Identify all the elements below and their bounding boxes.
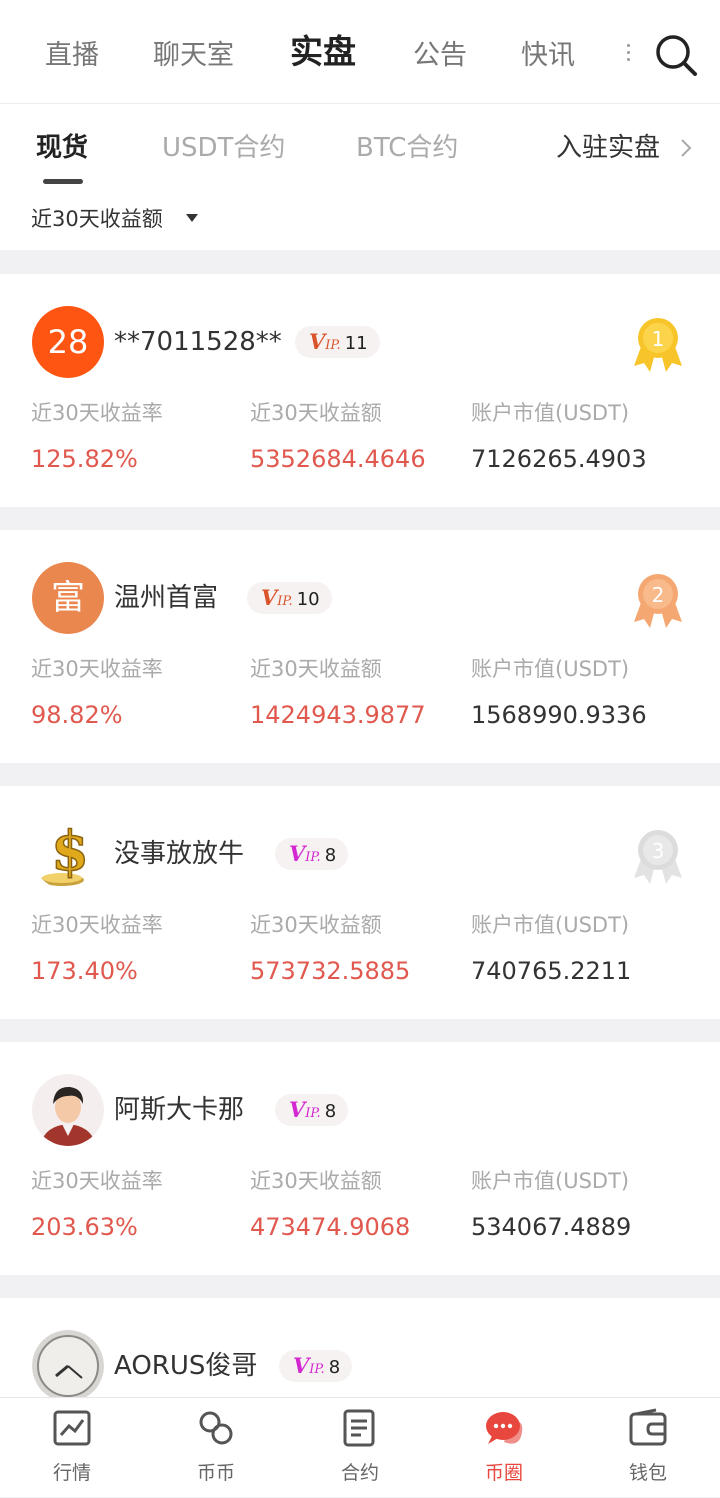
label-rate: 近30天收益率 <box>31 1169 163 1193</box>
label-amount: 近30天收益额 <box>250 1169 382 1193</box>
search-icon[interactable] <box>654 33 698 77</box>
label-amount: 近30天收益额 <box>250 657 382 681</box>
exchange-icon <box>199 1411 233 1445</box>
sub-nav: 现货 USDT合约 BTC合约 入驻实盘 近30天收益额 <box>0 104 720 250</box>
value-rate: 125.82% <box>31 445 138 473</box>
trader-name: **7011528** <box>114 327 282 357</box>
avatar <box>32 1330 104 1397</box>
tab-real-trading[interactable]: 实盘 <box>290 34 356 70</box>
value-amount: 1424943.9877 <box>250 701 426 729</box>
dollar-coin-icon: $ <box>40 818 90 886</box>
label-amount: 近30天收益额 <box>250 913 382 937</box>
vip-badge: VIP. 8 <box>275 1094 349 1126</box>
svg-text:2: 2 <box>652 583 665 607</box>
avatar: $ <box>32 818 104 890</box>
medal-icon: 2 <box>634 574 682 628</box>
trader-name: 没事放放牛 <box>114 839 245 869</box>
medal-icon: 3 <box>634 830 682 884</box>
trader-card[interactable]: AORUS俊哥 VIP. 8 <box>0 1298 720 1397</box>
bottom-tab-market[interactable]: 行情 <box>22 1398 122 1498</box>
tab-announcement[interactable]: 公告 <box>413 38 467 74</box>
avatar: 28 <box>32 306 104 378</box>
more-tabs-icon[interactable] <box>627 40 631 70</box>
value-amount: 573732.5885 <box>250 957 411 985</box>
contract-icon <box>343 1409 375 1447</box>
active-tab-indicator <box>43 179 83 184</box>
caret-down-icon[interactable] <box>186 214 198 222</box>
svg-text:3: 3 <box>652 839 665 863</box>
tab-chatroom[interactable]: 聊天室 <box>153 38 234 74</box>
trader-name: AORUS俊哥 <box>114 1351 258 1381</box>
chat-icon <box>486 1412 523 1444</box>
value-amount: 473474.9068 <box>250 1213 411 1241</box>
bottom-tab-contract[interactable]: 合约 <box>310 1398 410 1498</box>
trader-card[interactable]: 富 温州首富 VIP. 10 2 近30天收益率 近30天收益额 账户市值(USD… <box>0 530 720 763</box>
tab-live[interactable]: 直播 <box>45 38 99 74</box>
value-amount: 5352684.4646 <box>250 445 426 473</box>
trader-name: 阿斯大卡那 <box>114 1095 245 1125</box>
join-real-trading-link[interactable]: 入驻实盘 <box>556 130 660 166</box>
bottom-nav: 行情 币币 合约 币圈 钱包 <box>0 1397 720 1497</box>
label-market: 账户市值(USDT) <box>471 401 630 425</box>
avatar <box>32 1074 104 1146</box>
avatar: 富 <box>32 562 104 634</box>
vip-badge: VIP. 10 <box>247 582 332 614</box>
subtab-usdt-contract[interactable]: USDT合约 <box>162 130 285 166</box>
vip-badge: VIP. 11 <box>295 326 380 358</box>
trader-card[interactable]: 阿斯大卡那 VIP. 8 近30天收益率 近30天收益额 账户市值(USDT) 2… <box>0 1042 720 1275</box>
wallet-icon <box>629 1408 667 1446</box>
value-market: 740765.2211 <box>471 957 632 985</box>
value-rate: 98.82% <box>31 701 123 729</box>
label-market: 账户市值(USDT) <box>471 657 630 681</box>
tab-news[interactable]: 快讯 <box>521 38 575 74</box>
svg-text:1: 1 <box>652 327 665 351</box>
label-amount: 近30天收益额 <box>250 401 382 425</box>
value-market: 1568990.9336 <box>471 701 647 729</box>
chevron-right-icon[interactable] <box>680 138 692 158</box>
value-rate: 203.63% <box>31 1213 138 1241</box>
value-rate: 173.40% <box>31 957 138 985</box>
clock-photo-icon <box>32 1330 104 1397</box>
trader-card[interactable]: 28 **7011528** VIP. 11 1 近30天收益率 近30天收益额 … <box>0 274 720 507</box>
trader-card[interactable]: $ 没事放放牛 VIP. 8 3 近30天收益率 近30天收益额 账户市值(USD… <box>0 786 720 1019</box>
bottom-tab-community[interactable]: 币圈 <box>454 1398 554 1498</box>
bottom-tab-wallet[interactable]: 钱包 <box>598 1398 698 1498</box>
vip-badge: VIP. 8 <box>275 838 349 870</box>
top-nav: 直播 聊天室 实盘 公告 快讯 <box>0 0 720 104</box>
bottom-tab-spot[interactable]: 币币 <box>166 1398 266 1498</box>
medal-icon: 1 <box>634 318 682 372</box>
subtab-btc-contract[interactable]: BTC合约 <box>356 130 458 166</box>
sort-filter-dropdown[interactable]: 近30天收益额 <box>31 204 163 234</box>
label-rate: 近30天收益率 <box>31 401 163 425</box>
label-market: 账户市值(USDT) <box>471 913 630 937</box>
label-rate: 近30天收益率 <box>31 913 163 937</box>
value-market: 7126265.4903 <box>471 445 647 473</box>
chart-icon <box>53 1410 91 1446</box>
person-portrait-icon <box>32 1074 104 1146</box>
value-market: 534067.4889 <box>471 1213 632 1241</box>
trader-name: 温州首富 <box>114 583 219 613</box>
subtab-spot[interactable]: 现货 <box>36 130 88 166</box>
label-market: 账户市值(USDT) <box>471 1169 630 1193</box>
svg-text:$: $ <box>51 819 89 883</box>
vip-badge: VIP. 8 <box>279 1350 353 1382</box>
label-rate: 近30天收益率 <box>31 657 163 681</box>
